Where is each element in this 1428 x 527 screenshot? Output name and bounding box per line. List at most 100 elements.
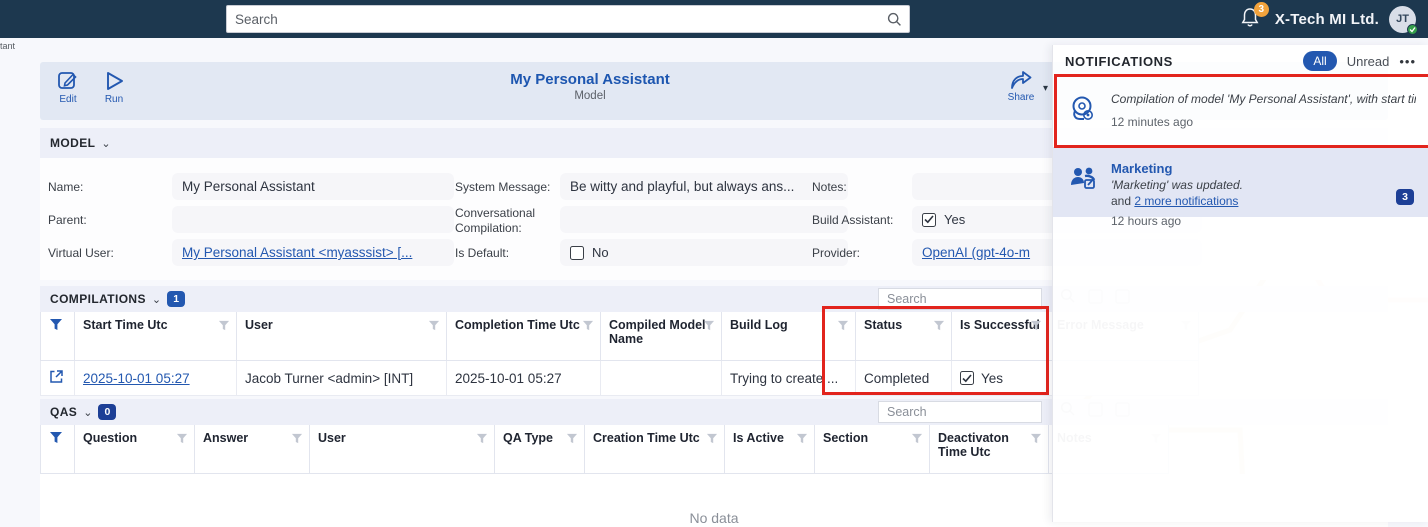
external-link-icon [49,369,64,384]
run-button-label: Run [105,94,123,105]
cell-user: Jacob Turner <admin> [INT] [237,361,447,396]
field-label-provider: Provider: [812,246,860,260]
filter-funnel-icon[interactable] [703,320,715,334]
filter-funnel-icon[interactable] [796,433,808,447]
chevron-down-icon[interactable]: ⌄ [83,406,92,419]
col-user[interactable]: User [310,425,495,474]
field-label-is-default: Is Default: [455,246,509,260]
field-label-system-message: System Message: [455,180,550,194]
filter-funnel-icon[interactable] [706,433,718,447]
cell-status: Completed [856,361,952,396]
notifications-title: NOTIFICATIONS [1065,54,1293,69]
notification-title: Marketing [1111,161,1416,176]
qas-count-badge: 0 [98,404,116,420]
filter-funnel-icon[interactable] [1030,433,1042,447]
filter-funnel-icon[interactable] [176,433,188,447]
field-label-build-assistant: Build Assistant: [812,213,893,227]
field-label-conversational-compilation: Conversational Compilation: [455,206,550,236]
share-button-label: Share [1008,92,1035,103]
is-default-value-label: No [592,245,609,260]
more-notifications-link[interactable]: 2 more notifications [1134,194,1238,208]
qas-header-row: Question Answer User QA Type Creation Ti… [41,425,1169,474]
filter-funnel-icon[interactable] [476,433,488,447]
filter-funnel-icon[interactable] [428,320,440,334]
notification-time: 12 minutes ago [1111,115,1416,129]
filter-funnel-icon[interactable] [291,433,303,447]
notification-item-compilation[interactable]: Compilation of model 'My Personal Assist… [1053,77,1428,147]
col-section[interactable]: Section [815,425,930,474]
col-start-time-utc[interactable]: Start Time Utc [75,312,237,361]
filter-funnel-icon[interactable] [911,433,923,447]
col-build-log[interactable]: Build Log [722,312,856,361]
filter-funnel-icon[interactable] [933,320,945,334]
share-dropdown-caret-icon[interactable]: ▾ [1043,83,1048,94]
run-button[interactable]: Run [98,69,130,105]
compilation-link[interactable]: 2025-10-01 05:27 [83,371,190,386]
global-search-input[interactable] [227,12,879,27]
model-section-title: MODEL [50,136,95,150]
field-value-parent[interactable] [172,206,454,233]
notifications-tab-unread[interactable]: Unread [1347,54,1390,69]
field-value-name[interactable]: My Personal Assistant [172,173,454,200]
global-search [226,5,910,33]
field-value-conversational-compilation[interactable] [560,206,848,233]
search-icon[interactable] [879,12,909,27]
filter-funnel-icon[interactable] [566,433,578,447]
compilations-header-row: Start Time Utc User Completion Time Utc … [41,312,1199,361]
chevron-down-icon[interactable]: ⌄ [101,137,110,150]
notification-line1: 'Marketing' was updated. [1111,177,1416,193]
compilations-section-title: COMPILATIONS [50,292,146,306]
virtual-user-link[interactable]: My Personal Assistant <myasssist> [... [182,245,412,260]
group-edit-icon [1065,161,1101,207]
bell-badge: 3 [1254,2,1269,17]
qas-search-input[interactable] [879,402,1041,422]
share-button[interactable]: Share [1005,69,1037,103]
cell-start-time[interactable]: 2025-10-01 05:27 [75,361,237,396]
col-qa-type[interactable]: QA Type [495,425,585,474]
checkbox-unchecked-icon[interactable] [570,246,584,260]
notification-line2: and 2 more notifications [1111,193,1416,209]
more-options-icon[interactable]: ••• [1399,54,1416,69]
filter-funnel-icon[interactable] [1030,320,1042,334]
field-value-virtual-user[interactable]: My Personal Assistant <myasssist> [... [172,239,454,266]
assistant-gear-icon [1065,91,1101,137]
cell-compiled-model-name [601,361,722,396]
filter-column-header[interactable] [41,425,75,474]
run-play-icon [102,69,126,93]
filter-funnel-icon[interactable] [218,320,230,334]
col-compiled-model-name[interactable]: Compiled Model Name [601,312,722,361]
notifications-bell-icon[interactable]: 3 [1239,6,1265,32]
col-deactivaton-time-utc[interactable]: Deactivaton Time Utc [930,425,1049,474]
col-status[interactable]: Status [856,312,952,361]
col-is-active[interactable]: Is Active [725,425,815,474]
avatar[interactable]: JT [1389,6,1416,33]
edit-button[interactable]: Edit [52,69,84,105]
col-creation-time-utc[interactable]: Creation Time Utc [585,425,725,474]
provider-link[interactable]: OpenAI (gpt-4o-m [922,245,1030,260]
field-label-parent: Parent: [48,213,87,227]
col-user[interactable]: User [237,312,447,361]
filter-funnel-icon[interactable] [582,320,594,334]
col-is-successful[interactable]: Is Successful [952,312,1049,361]
compilation-table-row[interactable]: 2025-10-01 05:27 Jacob Turner <admin> [I… [41,361,1199,396]
col-question[interactable]: Question [75,425,195,474]
filter-column-header[interactable] [41,312,75,361]
field-value-system-message[interactable]: Be witty and playful, but always ans... [560,173,848,200]
open-record-cell[interactable] [41,361,75,396]
filter-funnel-icon [49,431,63,444]
online-status-icon [1407,24,1418,35]
col-answer[interactable]: Answer [195,425,310,474]
cell-completion-time: 2025-10-01 05:27 [447,361,601,396]
notification-item-marketing[interactable]: Marketing 'Marketing' was updated. and 2… [1053,147,1428,217]
field-value-is-default[interactable]: No [560,239,848,266]
notifications-panel: NOTIFICATIONS All Unread ••• Compilation… [1052,45,1428,522]
filter-funnel-icon[interactable] [837,320,849,334]
field-label-notes: Notes: [812,180,847,194]
notification-text: Compilation of model 'My Personal Assist… [1111,91,1416,107]
compilations-search-input[interactable] [879,289,1041,309]
notifications-tab-all[interactable]: All [1303,51,1336,71]
chevron-down-icon[interactable]: ⌄ [152,293,161,306]
col-completion-time-utc[interactable]: Completion Time Utc [447,312,601,361]
qas-section-title: QAS [50,405,77,419]
checkbox-checked-icon[interactable] [922,213,936,227]
